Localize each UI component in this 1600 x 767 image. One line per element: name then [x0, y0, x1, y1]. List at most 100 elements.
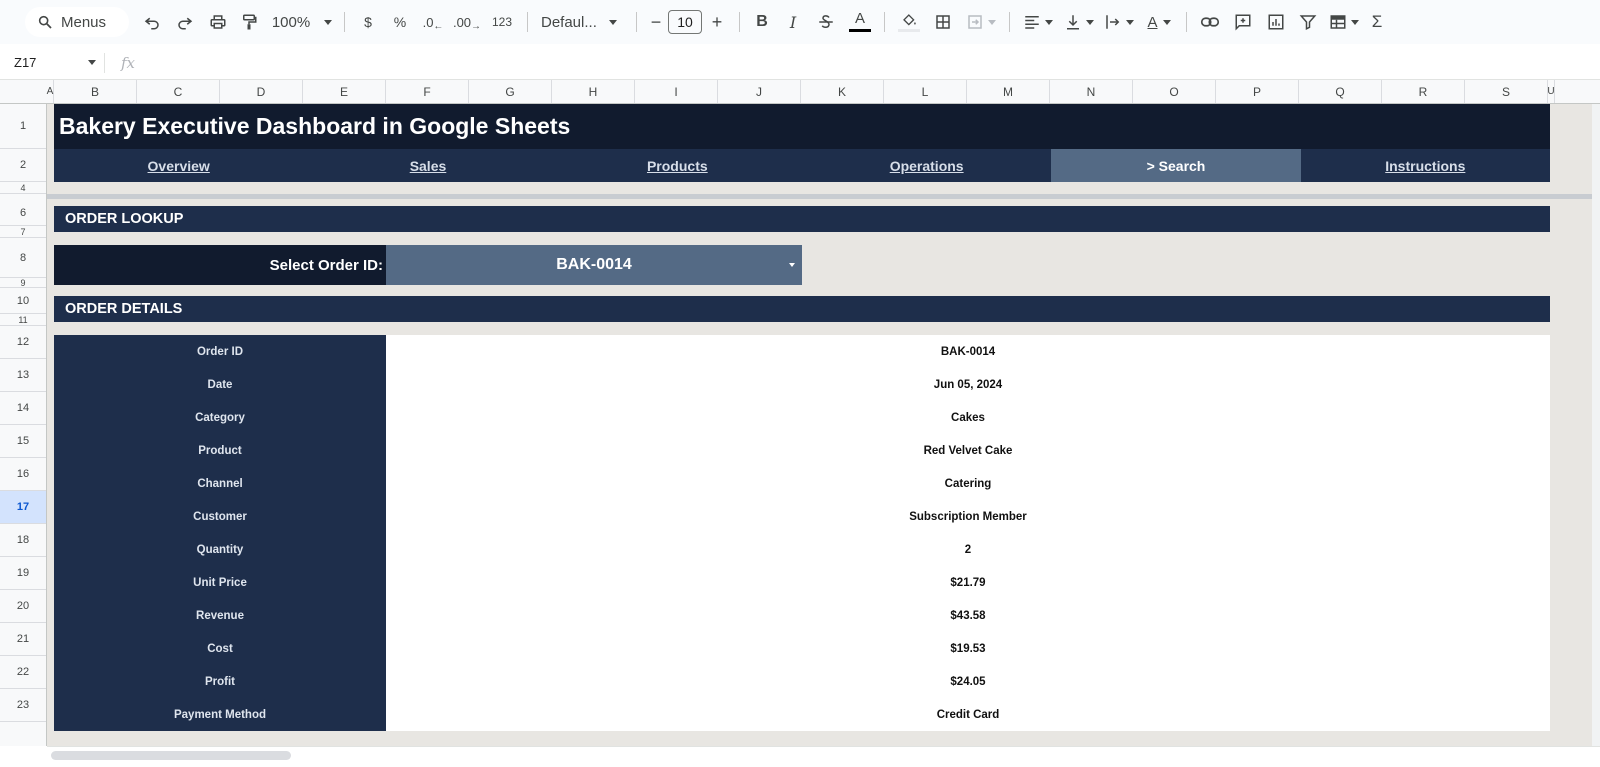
detail-label[interactable]: Cost: [54, 632, 386, 665]
column-header[interactable]: A: [47, 80, 54, 103]
column-header[interactable]: H: [552, 80, 635, 103]
text-rotation-button[interactable]: A: [1139, 7, 1179, 37]
merge-cells-button[interactable]: [960, 7, 1002, 37]
borders-button[interactable]: [926, 7, 960, 37]
detail-value[interactable]: BAK-0014: [386, 335, 1550, 368]
detail-label[interactable]: Unit Price: [54, 566, 386, 599]
detail-value[interactable]: $21.79: [386, 566, 1550, 599]
column-header[interactable]: J: [718, 80, 801, 103]
row-header[interactable]: 18: [0, 524, 46, 557]
formula-input[interactable]: [135, 48, 1600, 78]
detail-value[interactable]: Subscription Member: [386, 500, 1550, 533]
row-header[interactable]: 13: [0, 359, 46, 392]
insert-chart-button[interactable]: [1260, 7, 1292, 37]
column-header[interactable]: Q: [1299, 80, 1382, 103]
column-header[interactable]: D: [220, 80, 303, 103]
detail-label[interactable]: Date: [54, 368, 386, 401]
fill-color-button[interactable]: [892, 7, 926, 37]
column-header[interactable]: I: [635, 80, 718, 103]
row-header[interactable]: 16: [0, 458, 46, 491]
row-header[interactable]: 7: [0, 226, 46, 238]
row-header[interactable]: 22: [0, 656, 46, 689]
row-header[interactable]: 10: [0, 288, 46, 314]
menus-search[interactable]: Menus: [25, 7, 129, 37]
row-header[interactable]: 15: [0, 425, 46, 458]
detail-label[interactable]: Quantity: [54, 533, 386, 566]
insert-comment-button[interactable]: [1226, 7, 1260, 37]
column-header[interactable]: F: [386, 80, 469, 103]
nav-link[interactable]: Products: [553, 149, 802, 182]
row-header[interactable]: 14: [0, 392, 46, 425]
horizontal-align-button[interactable]: [1017, 7, 1059, 37]
increase-font-size-button[interactable]: +: [702, 7, 732, 37]
detail-value[interactable]: 2: [386, 533, 1550, 566]
increase-decimal-button[interactable]: .00 →: [450, 7, 484, 37]
number-format-button[interactable]: 123: [484, 7, 520, 37]
functions-button[interactable]: Σ: [1364, 7, 1390, 37]
strikethrough-button[interactable]: [809, 7, 843, 37]
filter-button[interactable]: [1292, 7, 1324, 37]
percent-format-button[interactable]: %: [384, 7, 416, 37]
nav-link[interactable]: Operations: [802, 149, 1051, 182]
zoom-select[interactable]: 100%: [267, 7, 337, 37]
detail-value[interactable]: $19.53: [386, 632, 1550, 665]
row-header[interactable]: 2: [0, 149, 46, 182]
decrease-font-size-button[interactable]: −: [644, 7, 668, 37]
order-id-dropdown[interactable]: BAK-0014: [386, 245, 802, 285]
scrollbar-thumb[interactable]: [51, 751, 291, 760]
detail-label[interactable]: Revenue: [54, 599, 386, 632]
detail-value[interactable]: Cakes: [386, 401, 1550, 434]
detail-label[interactable]: Customer: [54, 500, 386, 533]
column-header[interactable]: C: [137, 80, 220, 103]
row-header[interactable]: 19: [0, 557, 46, 590]
column-header[interactable]: U: [1547, 80, 1555, 103]
column-header[interactable]: P: [1216, 80, 1299, 103]
column-header[interactable]: K: [801, 80, 884, 103]
column-header[interactable]: S: [1465, 80, 1548, 103]
insert-link-button[interactable]: [1194, 7, 1226, 37]
detail-label[interactable]: Category: [54, 401, 386, 434]
detail-label[interactable]: Profit: [54, 665, 386, 698]
row-header[interactable]: 9: [0, 278, 46, 288]
row-header[interactable]: 20: [0, 590, 46, 623]
decrease-decimal-button[interactable]: .0 ←: [416, 7, 450, 37]
frozen-rows-divider[interactable]: [47, 194, 1600, 199]
detail-label[interactable]: Channel: [54, 467, 386, 500]
row-header[interactable]: 17: [0, 491, 46, 524]
name-box[interactable]: Z17: [0, 55, 104, 70]
table-view-button[interactable]: [1324, 7, 1364, 37]
paint-format-button[interactable]: [235, 7, 263, 37]
text-wrapping-button[interactable]: [1099, 7, 1139, 37]
bold-button[interactable]: B: [747, 7, 777, 37]
row-header[interactable]: 8: [0, 238, 46, 278]
font-size-input[interactable]: 10: [668, 10, 702, 34]
vertical-scrollbar[interactable]: [1592, 104, 1600, 746]
font-family-select[interactable]: Defaul...: [535, 7, 629, 37]
row-header[interactable]: 23: [0, 689, 46, 722]
nav-link[interactable]: Sales: [303, 149, 552, 182]
row-header[interactable]: 6: [0, 200, 46, 226]
currency-format-button[interactable]: $: [352, 7, 384, 37]
column-header[interactable]: E: [303, 80, 386, 103]
detail-value[interactable]: Jun 05, 2024: [386, 368, 1550, 401]
detail-label[interactable]: Payment Method: [54, 698, 386, 731]
detail-label[interactable]: Product: [54, 434, 386, 467]
text-color-button[interactable]: A: [843, 7, 877, 37]
column-header[interactable]: L: [884, 80, 967, 103]
column-header[interactable]: B: [54, 80, 137, 103]
nav-link[interactable]: Overview: [54, 149, 303, 182]
row-header[interactable]: 4: [0, 182, 46, 194]
italic-button[interactable]: I: [777, 7, 809, 37]
column-header[interactable]: R: [1382, 80, 1465, 103]
column-header[interactable]: M: [967, 80, 1050, 103]
vertical-align-button[interactable]: [1059, 7, 1099, 37]
horizontal-scrollbar[interactable]: [47, 746, 1600, 767]
nav-link[interactable]: > Search: [1051, 149, 1301, 182]
detail-value[interactable]: $24.05: [386, 665, 1550, 698]
detail-value[interactable]: Red Velvet Cake: [386, 434, 1550, 467]
detail-label[interactable]: Order ID: [54, 335, 386, 368]
column-header[interactable]: O: [1133, 80, 1216, 103]
column-header[interactable]: N: [1050, 80, 1133, 103]
detail-value[interactable]: $43.58: [386, 599, 1550, 632]
sheet-grid[interactable]: Bakery Executive Dashboard in Google She…: [47, 104, 1600, 746]
